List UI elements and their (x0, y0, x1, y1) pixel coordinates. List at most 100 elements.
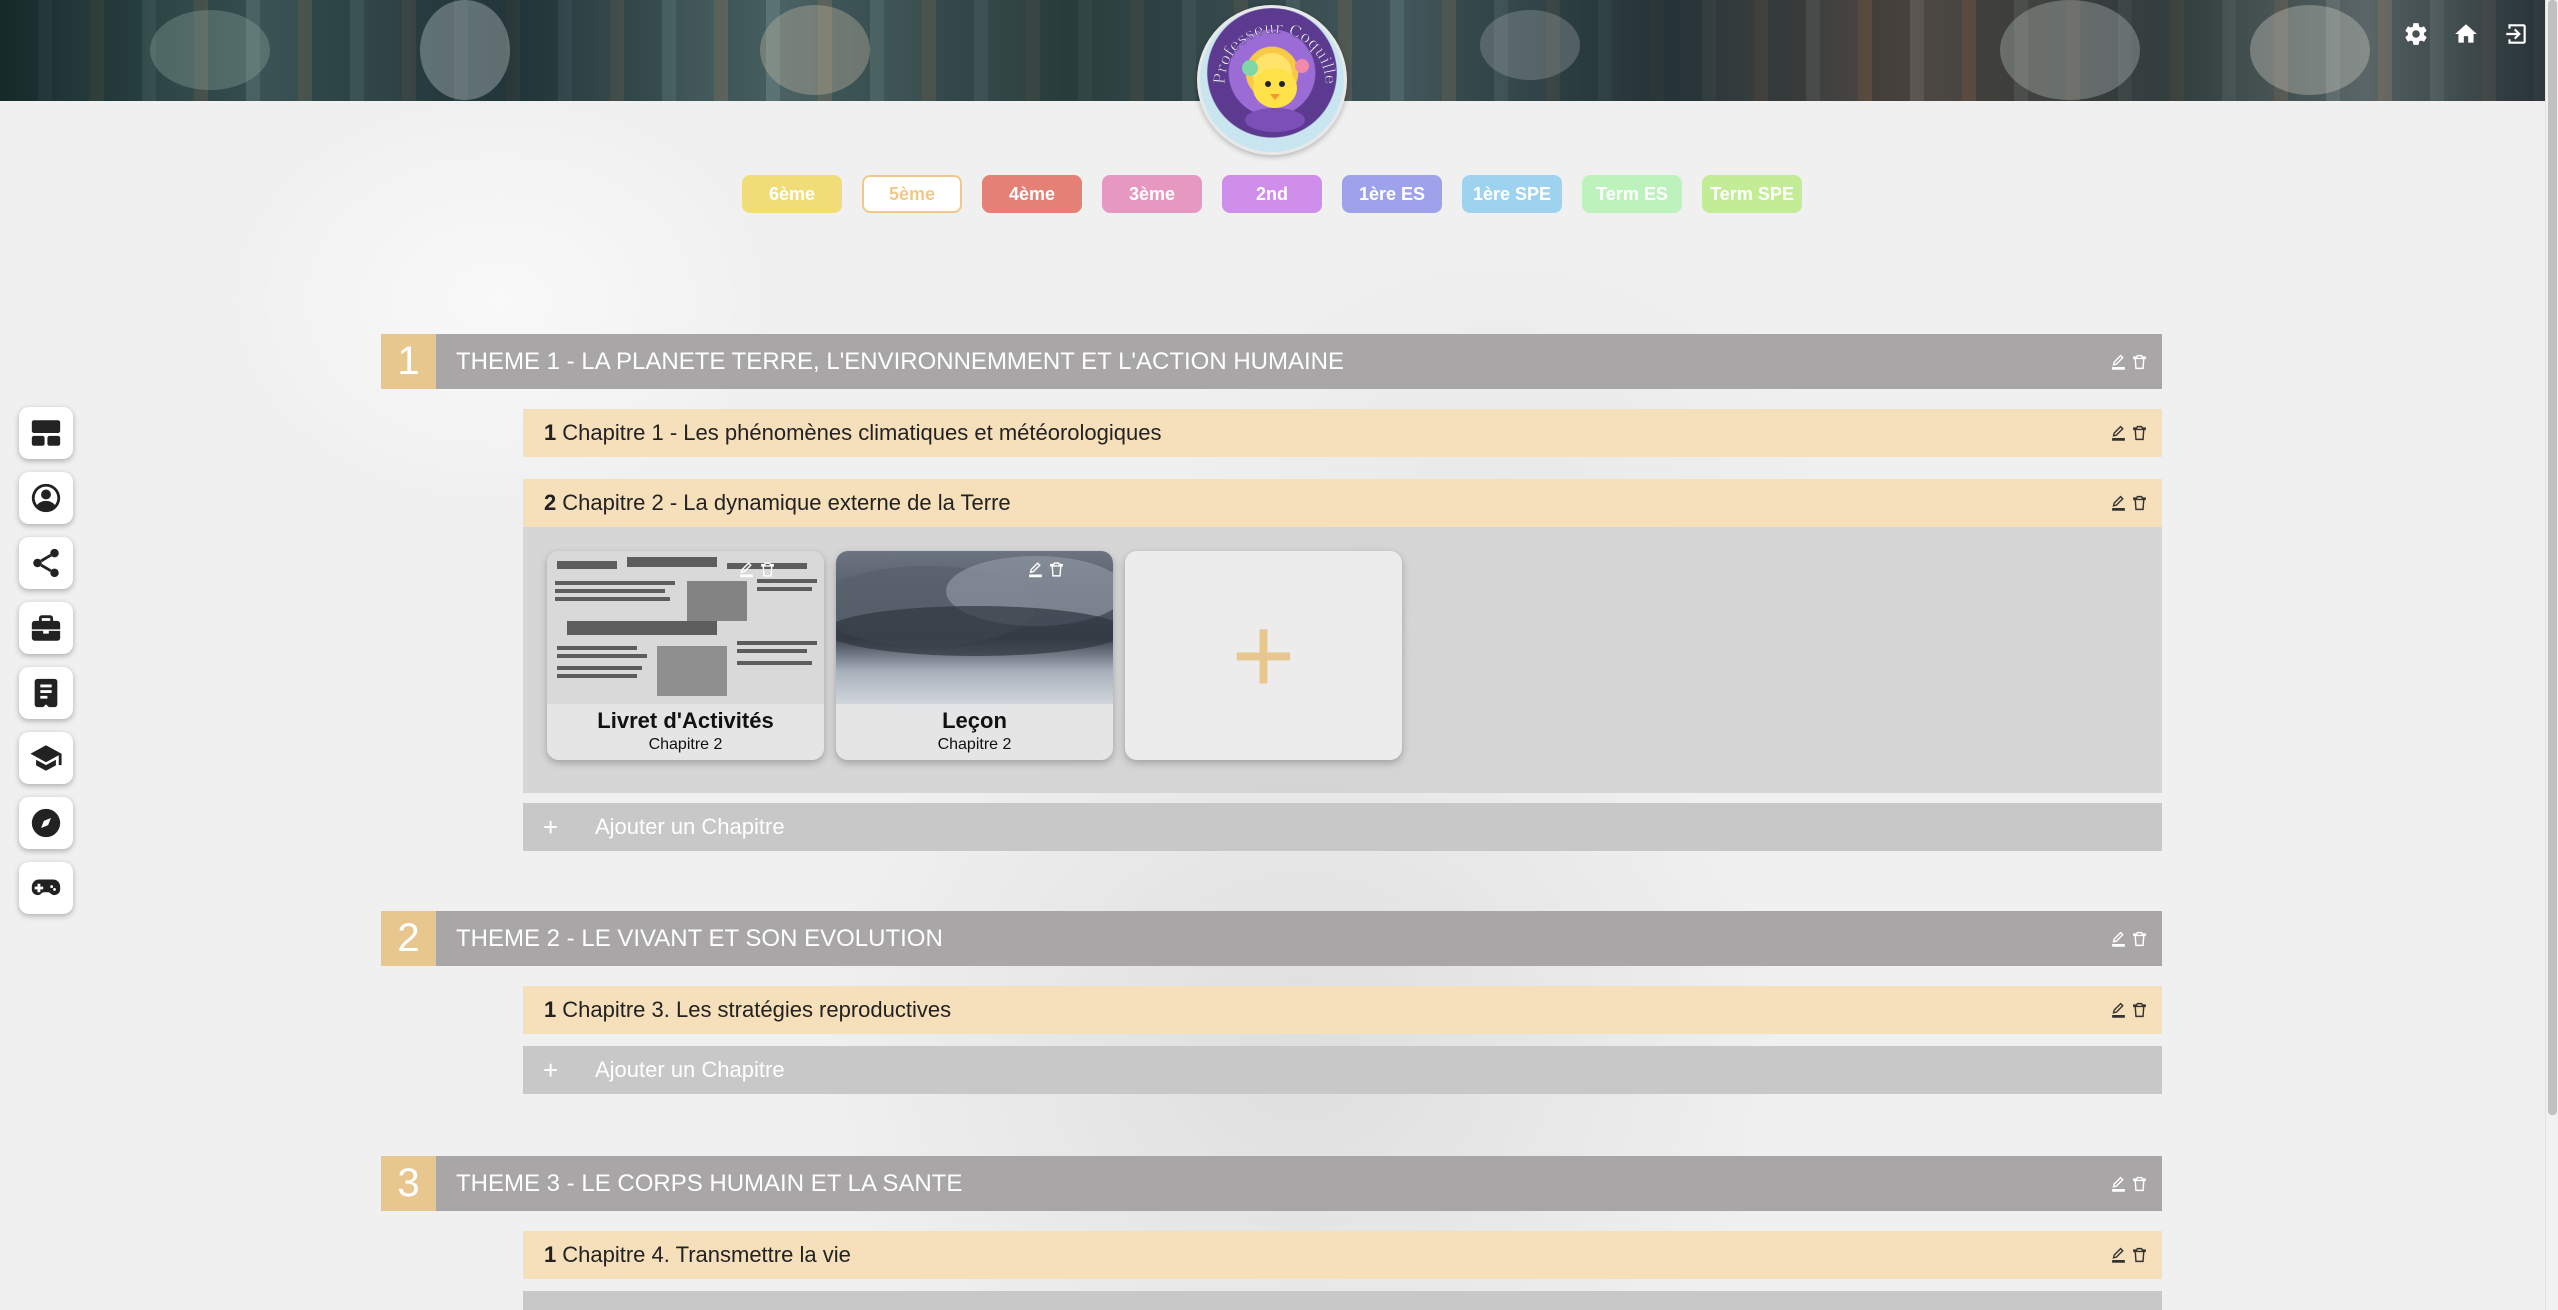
chapter-number: 1 (544, 420, 557, 445)
scrollbar-thumb[interactable] (2548, 0, 2557, 1115)
trash-icon[interactable] (2131, 930, 2148, 947)
chapter-title: Chapitre 1 - Les phénomènes climatiques … (562, 420, 1162, 445)
level-button[interactable]: Term ES (1582, 175, 1682, 213)
chapter-actions (2110, 495, 2148, 512)
header-actions (2402, 20, 2530, 48)
chapter-title: Chapitre 3. Les stratégies reproductives (562, 997, 952, 1022)
theme-header[interactable]: 2 THEME 2 - LE VIVANT ET SON EVOLUTION (381, 911, 2162, 966)
plus-icon: + (543, 811, 559, 842)
card-actions (738, 561, 776, 578)
sidebar-profile-button[interactable] (19, 472, 73, 524)
trash-icon[interactable] (2131, 425, 2148, 442)
sidebar-dashboard-button[interactable] (19, 407, 73, 459)
document-icon (34, 678, 58, 708)
add-chapter-button[interactable] (523, 1291, 2162, 1310)
theme-title: THEME 2 - LE VIVANT ET SON EVOLUTION (456, 924, 943, 952)
chapter-title: Chapitre 2 - La dynamique externe de la … (562, 490, 1011, 515)
theme-actions (2110, 1175, 2148, 1192)
logout-icon[interactable] (2502, 20, 2530, 48)
theme-number: 1 (381, 334, 436, 389)
gamepad-icon (31, 879, 61, 896)
chapter-row[interactable]: 1 Chapitre 1 - Les phénomènes climatiques… (523, 409, 2162, 457)
edit-icon[interactable] (2110, 930, 2127, 947)
graduation-cap-icon (30, 745, 62, 771)
resource-card[interactable]: Livret d'Activités Chapitre 2 (547, 551, 824, 760)
edit-icon[interactable] (2110, 1002, 2127, 1019)
theme-header[interactable]: 1 THEME 1 - LA PLANETE TERRE, L'ENVIRONN… (381, 334, 2162, 389)
sidebar-briefcase-button[interactable] (19, 602, 73, 654)
card-actions (1027, 561, 1065, 578)
sidebar-games-button[interactable] (19, 862, 73, 914)
resource-card[interactable]: Leçon Chapitre 2 (836, 551, 1113, 760)
newspaper-image (547, 551, 824, 711)
chapter-content-panel: Livret d'Activités Chapitre 2 Leçon Chap… (523, 527, 2162, 793)
main-content: 1 THEME 1 - LA PLANETE TERRE, L'ENVIRONN… (381, 334, 2162, 1310)
trash-icon[interactable] (2131, 1175, 2148, 1192)
theme-header[interactable]: 3 THEME 3 - LE CORPS HUMAIN ET LA SANTE (381, 1156, 2162, 1211)
add-resource-button[interactable]: + (1125, 551, 1402, 760)
level-button[interactable]: 1ère SPE (1462, 175, 1562, 213)
level-button[interactable]: 4ème (982, 175, 1082, 213)
user-circle-icon (31, 483, 61, 513)
plus-icon: + (543, 1054, 559, 1085)
add-chapter-label: Ajouter un Chapitre (595, 1057, 785, 1082)
trash-icon[interactable] (2131, 1002, 2148, 1019)
gear-icon[interactable] (2402, 20, 2430, 48)
card-subtitle: Chapitre 2 (648, 736, 723, 753)
sidebar-share-button[interactable] (19, 537, 73, 589)
theme-title: THEME 3 - LE CORPS HUMAIN ET LA SANTE (456, 1169, 963, 1197)
level-button[interactable]: 3ème (1102, 175, 1202, 213)
sidebar-document-button[interactable] (19, 667, 73, 719)
chapter-row[interactable]: 1 Chapitre 4. Transmettre la vie (523, 1231, 2162, 1279)
theme-number: 2 (381, 911, 436, 966)
trash-icon[interactable] (2131, 353, 2148, 370)
storm-cloud-image (836, 551, 1113, 711)
edit-icon[interactable] (2110, 495, 2127, 512)
chapter-row[interactable]: 1 Chapitre 3. Les stratégies reproductive… (523, 986, 2162, 1034)
chapter-number: 2 (544, 490, 557, 515)
theme-number: 3 (381, 1156, 436, 1211)
add-chapter-button[interactable]: + Ajouter un Chapitre (523, 803, 2162, 851)
share-icon (33, 548, 59, 578)
add-chapter-label: Ajouter un Chapitre (595, 814, 785, 839)
trash-icon[interactable] (2131, 495, 2148, 512)
chapter-number: 1 (544, 1242, 557, 1267)
compass-icon (31, 808, 61, 838)
level-button[interactable]: 2nd (1222, 175, 1322, 213)
dashboard-icon (31, 420, 61, 446)
sidebar-compass-button[interactable] (19, 797, 73, 849)
briefcase-icon (31, 615, 61, 641)
left-sidebar (19, 407, 73, 914)
card-title: Livret d'Activités (597, 708, 774, 733)
home-icon[interactable] (2452, 20, 2480, 48)
card-title: Leçon (942, 708, 1007, 733)
page-scrollbar[interactable] (2545, 0, 2558, 1310)
chapter-actions (2110, 1247, 2148, 1264)
chapter-title: Chapitre 4. Transmettre la vie (562, 1242, 851, 1267)
theme-title: THEME 1 - LA PLANETE TERRE, L'ENVIRONNEM… (456, 347, 1344, 375)
card-subtitle: Chapitre 2 (937, 736, 1012, 753)
level-selector: 6ème 5ème 4ème 3ème 2nd 1ère ES 1ère SPE Term E… (742, 175, 1802, 213)
theme-actions (2110, 353, 2148, 370)
trash-icon[interactable] (1048, 561, 1065, 578)
chapter-row[interactable]: 2 Chapitre 2 - La dynamique externe de la… (523, 479, 2162, 527)
level-button[interactable]: 6ème (742, 175, 842, 213)
chapter-number: 1 (544, 997, 557, 1022)
edit-icon[interactable] (738, 561, 755, 578)
chapter-actions (2110, 425, 2148, 442)
edit-icon[interactable] (2110, 425, 2127, 442)
edit-icon[interactable] (2110, 353, 2127, 370)
trash-icon[interactable] (759, 561, 776, 578)
level-button[interactable]: 1ère ES (1342, 175, 1442, 213)
site-logo[interactable]: Professeur Coquille (1197, 5, 1347, 155)
chapter-actions (2110, 1002, 2148, 1019)
sidebar-graduation-button[interactable] (19, 732, 73, 784)
theme-actions (2110, 930, 2148, 947)
edit-icon[interactable] (2110, 1175, 2127, 1192)
level-button[interactable]: 5ème (862, 175, 962, 213)
add-chapter-button[interactable]: + Ajouter un Chapitre (523, 1046, 2162, 1094)
edit-icon[interactable] (2110, 1247, 2127, 1264)
level-button[interactable]: Term SPE (1702, 175, 1802, 213)
edit-icon[interactable] (1027, 561, 1044, 578)
trash-icon[interactable] (2131, 1247, 2148, 1264)
